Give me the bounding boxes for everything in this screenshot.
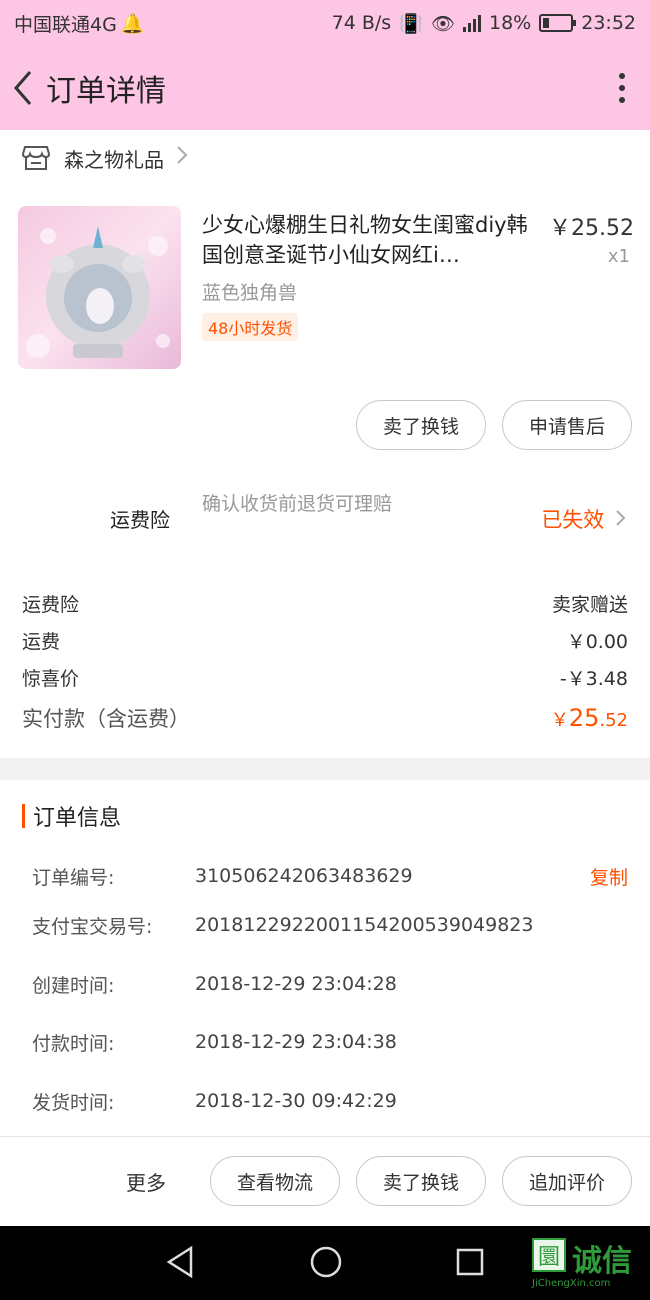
insurance-description: 确认收货前退货可理赔 xyxy=(202,493,393,515)
product-image[interactable] xyxy=(18,206,181,369)
item-actions: 卖了换钱 申请售后 xyxy=(356,400,632,450)
vibrate-icon: 📳 xyxy=(399,12,423,35)
total-row: 实付款（含运费） ￥25.52 xyxy=(22,696,628,740)
product-title: 少女心爆棚生日礼物女生闺蜜diy韩国创意圣诞节小仙女网红i… xyxy=(202,213,528,267)
watermark-logo: 圜 诚信 JiChengXin.com xyxy=(532,1234,642,1290)
insurance-status-text: 已失效 xyxy=(541,508,605,532)
home-circle-icon[interactable] xyxy=(308,1244,344,1280)
notification-icon: 🔔 xyxy=(120,12,145,35)
shipping-badge: 48小时发货 xyxy=(202,313,299,341)
back-arrow-icon[interactable] xyxy=(8,68,38,108)
store-name: 森之物礼品 xyxy=(64,147,164,172)
eye-icon: 👁 xyxy=(430,12,455,35)
system-nav-bar: 圜 诚信 JiChengXin.com xyxy=(0,1226,650,1300)
fee-summary: 运费险 卖家赠送 运费 ￥0.00 惊喜价 -￥3.48 实付款（含运费） ￥2… xyxy=(22,585,628,740)
total-amount: ￥25.52 xyxy=(551,704,628,732)
fee-label: 运费 xyxy=(22,631,61,653)
order-info-title: 订单信息 xyxy=(33,806,122,831)
info-value: 2018-12-29 23:04:38 xyxy=(195,1031,397,1053)
sell-for-cash-button[interactable]: 卖了换钱 xyxy=(356,400,486,450)
fee-value: ￥0.00 xyxy=(566,631,628,653)
bottom-action-bar: 更多 查看物流 卖了换钱 追加评价 xyxy=(0,1136,650,1226)
product-price: ￥25.52 xyxy=(549,216,634,241)
sell-for-cash-button[interactable]: 卖了换钱 xyxy=(356,1156,486,1206)
after-sale-button[interactable]: 申请售后 xyxy=(502,400,632,450)
fee-row: 惊喜价 -￥3.48 xyxy=(22,659,628,696)
page-title: 订单详情 xyxy=(46,74,166,109)
info-row-paid: 付款时间: 2018-12-29 23:04:38 xyxy=(32,1025,628,1059)
fee-label: 运费险 xyxy=(22,594,80,616)
info-label: 付款时间: xyxy=(32,1032,115,1055)
copy-button[interactable]: 复制 xyxy=(590,863,628,890)
order-item[interactable]: 少女心爆棚生日礼物女生闺蜜diy韩国创意圣诞节小仙女网红i… ￥25.52 x1… xyxy=(18,206,634,370)
shipping-insurance-row[interactable]: 运费险 确认收货前退货可理赔 已失效 xyxy=(0,480,650,560)
carrier-label: 中国联通4G xyxy=(14,13,117,36)
store-icon xyxy=(22,146,50,170)
total-int: 25 xyxy=(568,704,600,732)
status-bar: 中国联通4G 🔔 74 B/s 📳 👁 18% 23:52 xyxy=(0,0,650,46)
chevron-right-icon xyxy=(176,145,188,171)
bottom-actions: 查看物流 卖了换钱 追加评价 xyxy=(210,1156,632,1206)
info-label: 发货时间: xyxy=(32,1091,115,1114)
watermark-seal-icon: 圜 xyxy=(532,1238,566,1272)
info-label: 创建时间: xyxy=(32,974,115,997)
view-logistics-button[interactable]: 查看物流 xyxy=(210,1156,340,1206)
more-button[interactable]: 更多 xyxy=(126,1167,166,1196)
info-value: 2018122922001154200539049823 xyxy=(195,914,534,936)
watermark-text: 诚信 xyxy=(572,1244,632,1279)
order-info-header: 订单信息 xyxy=(22,800,121,832)
battery-icon xyxy=(539,14,577,32)
signal-icon xyxy=(463,14,481,32)
info-row-alipay: 支付宝交易号: 2018122922001154200539049823 xyxy=(32,908,628,942)
fee-value: -￥3.48 xyxy=(559,668,628,690)
fee-row: 运费 ￥0.00 xyxy=(22,622,628,659)
insurance-status: 已失效 xyxy=(541,504,626,534)
recents-square-icon[interactable] xyxy=(454,1244,486,1280)
network-speed: 74 B/s xyxy=(331,12,392,34)
section-divider xyxy=(0,758,650,780)
info-value: 2018-12-30 09:42:29 xyxy=(195,1090,397,1112)
info-value: 310506242063483629 xyxy=(195,865,413,887)
battery-percent: 18% xyxy=(489,12,532,34)
info-label: 支付宝交易号: xyxy=(32,915,153,938)
add-review-button[interactable]: 追加评价 xyxy=(502,1156,632,1206)
product-variant: 蓝色独角兽 xyxy=(202,282,298,304)
nav-bar: 订单详情 xyxy=(0,46,650,130)
info-value: 2018-12-29 23:04:28 xyxy=(195,973,397,995)
info-row-order-number: 订单编号: 310506242063483629 复制 xyxy=(32,859,628,893)
watermark-subtext: JiChengXin.com xyxy=(532,1278,611,1289)
info-row-shipped: 发货时间: 2018-12-30 09:42:29 xyxy=(32,1084,628,1118)
insurance-label: 运费险 xyxy=(110,508,170,532)
info-label: 订单编号: xyxy=(32,866,115,889)
chevron-right-icon xyxy=(615,508,626,532)
total-currency: ￥ xyxy=(550,710,569,731)
clock: 23:52 xyxy=(581,12,636,34)
fee-row: 运费险 卖家赠送 xyxy=(22,585,628,622)
total-dec: .52 xyxy=(599,710,628,731)
product-quantity: x1 xyxy=(607,246,630,267)
back-triangle-icon[interactable] xyxy=(165,1244,195,1280)
more-options-icon[interactable] xyxy=(602,58,642,118)
fee-value: 卖家赠送 xyxy=(551,594,628,616)
accent-bar xyxy=(22,804,25,828)
store-row[interactable]: 森之物礼品 xyxy=(0,130,650,186)
total-label: 实付款（含运费） xyxy=(22,707,190,731)
info-row-created: 创建时间: 2018-12-29 23:04:28 xyxy=(32,967,628,1001)
fee-label: 惊喜价 xyxy=(22,668,80,690)
